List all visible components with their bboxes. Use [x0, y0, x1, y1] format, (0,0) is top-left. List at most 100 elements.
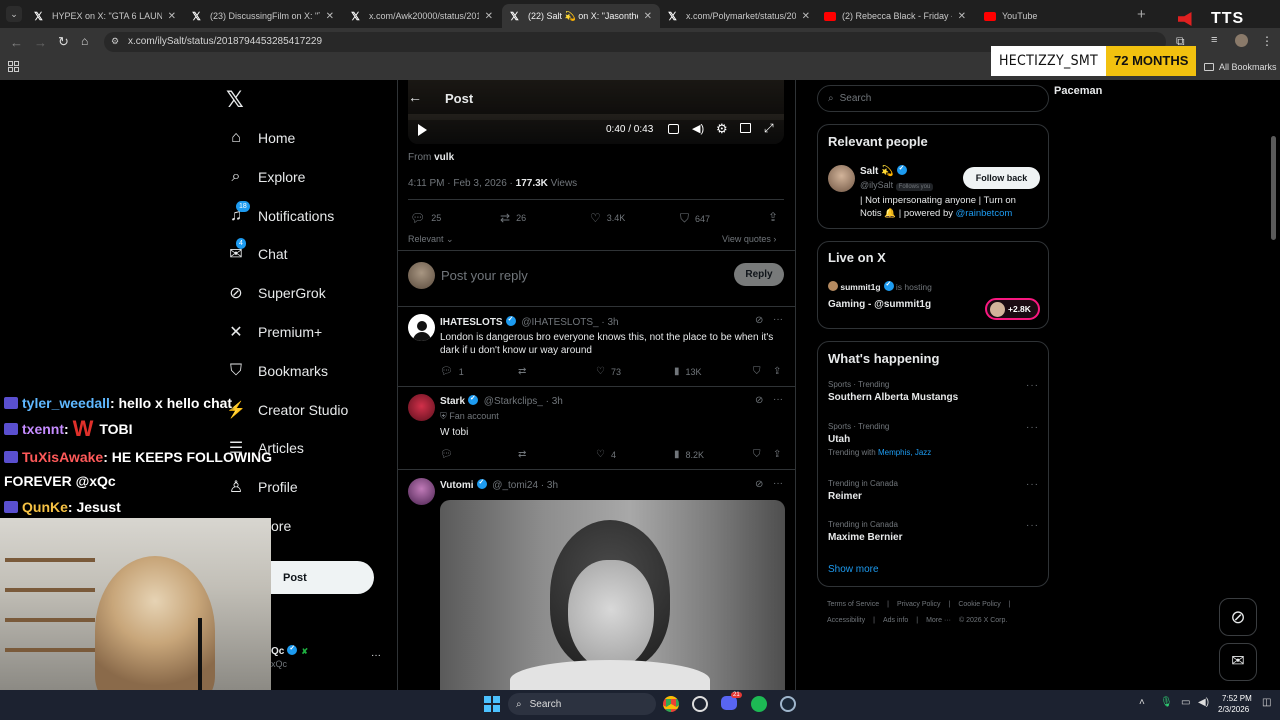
- captions-icon[interactable]: [668, 124, 679, 134]
- bookmark-icon[interactable]: ⛉: [753, 449, 761, 460]
- trend-item[interactable]: Trending in Canada Maxime Bernier ···: [828, 520, 1040, 543]
- host-name[interactable]: summit1g: [840, 282, 880, 292]
- person-name[interactable]: Salt 💫: [860, 166, 894, 177]
- trend-item[interactable]: Sports · Trending Utah Trending with Memph…: [828, 422, 1040, 457]
- fullscreen-icon[interactable]: ⤢: [764, 121, 774, 136]
- footer-link[interactable]: More ···: [926, 617, 951, 624]
- discord-icon[interactable]: [721, 696, 737, 710]
- profile-avatar[interactable]: [1235, 34, 1248, 47]
- url-text[interactable]: x.com/ilySalt/status/2018794453285417229: [128, 36, 322, 47]
- more-options-icon[interactable]: ···: [773, 314, 783, 325]
- close-tab-icon[interactable]: ✕: [326, 11, 334, 22]
- post-time[interactable]: 4:11 PM · Feb 3, 2026 ·: [408, 178, 516, 189]
- grok-icon[interactable]: ⊘: [755, 315, 763, 326]
- volume-icon[interactable]: ◀): [692, 122, 704, 135]
- clock-time[interactable]: 7:52 PM: [1222, 694, 1252, 703]
- repost-action[interactable]: ⇄: [518, 449, 526, 460]
- page-scrollbar[interactable]: [1271, 136, 1276, 240]
- footer-link[interactable]: Accessibility: [827, 617, 865, 624]
- live-listeners-pill[interactable]: +2.8K: [985, 298, 1040, 320]
- clock-date[interactable]: 2/3/2026: [1218, 705, 1249, 714]
- close-tab-icon[interactable]: ✕: [802, 11, 810, 22]
- reply-avatar[interactable]: [408, 314, 435, 341]
- reply-input[interactable]: Post your reply: [441, 268, 528, 283]
- speaker-icon[interactable]: ◀): [1198, 697, 1209, 708]
- close-tab-icon[interactable]: ✕: [644, 11, 652, 22]
- forward-arrow-icon[interactable]: →: [34, 35, 47, 50]
- person-avatar[interactable]: [828, 165, 855, 192]
- repost-action[interactable]: ⇄ 26: [500, 211, 526, 225]
- obs-icon[interactable]: [692, 696, 708, 712]
- reply-author[interactable]: Stark: [440, 396, 465, 407]
- taskbar-search[interactable]: ⌕ Search: [508, 693, 656, 715]
- live-stream-title[interactable]: Gaming - @summit1g: [828, 299, 931, 310]
- browser-tab[interactable]: 𝕏x.com/Awk20000/status/2018: ✕: [343, 4, 501, 28]
- share-icon[interactable]: ⇪: [773, 449, 781, 460]
- share-icon[interactable]: ⇪: [773, 366, 781, 377]
- browser-tab[interactable]: (2) Rebecca Black - Friday - You ✕: [816, 4, 974, 28]
- all-bookmarks-button[interactable]: All Bookmarks: [1204, 62, 1277, 72]
- views-action[interactable]: ▮ 13K: [674, 366, 702, 377]
- more-options-icon[interactable]: ···: [773, 478, 783, 489]
- account-switcher[interactable]: Qc ✘ xQc ···: [271, 644, 381, 671]
- footer-link[interactable]: Privacy Policy: [897, 601, 941, 608]
- more-options-icon[interactable]: ···: [773, 394, 783, 405]
- from-name[interactable]: vulk: [434, 152, 454, 163]
- bookmark-icon[interactable]: ⛉: [753, 366, 761, 377]
- show-more-link[interactable]: Show more: [828, 564, 879, 575]
- sidebar-item-home[interactable]: ⌂ Home: [226, 124, 295, 152]
- like-action[interactable]: ♡ 4: [596, 449, 616, 460]
- play-icon[interactable]: [418, 124, 427, 136]
- reply-button[interactable]: Reply: [734, 263, 784, 286]
- chrome-icon[interactable]: [663, 696, 679, 712]
- close-tab-icon[interactable]: ✕: [168, 11, 176, 22]
- browser-tab[interactable]: 𝕏 HYPEX on X: "GTA 6 LAUNCH M ✕: [26, 4, 184, 28]
- reply-action[interactable]: 💬︎: [440, 449, 453, 460]
- browser-tab[interactable]: YouTube: [976, 4, 1134, 28]
- trend-with-links[interactable]: Memphis, Jazz: [878, 448, 931, 457]
- footer-link[interactable]: Cookie Policy: [958, 601, 1000, 608]
- reply-avatar[interactable]: [408, 478, 435, 505]
- more-options-icon[interactable]: ···: [1026, 479, 1039, 490]
- settings-icon[interactable]: ⚙: [716, 121, 728, 137]
- more-options-icon[interactable]: ···: [1026, 422, 1039, 433]
- more-options-icon[interactable]: ···: [1026, 380, 1039, 391]
- sidebar-item-explore[interactable]: ⌕ Explore: [226, 163, 306, 191]
- home-browser-icon[interactable]: ⌂: [81, 34, 88, 48]
- messages-floating-button[interactable]: ✉: [1219, 643, 1257, 681]
- spotify-icon[interactable]: [751, 696, 767, 712]
- footer-link[interactable]: © 2026 X Corp.: [959, 617, 1007, 624]
- search-box[interactable]: ⌕ Search: [817, 85, 1049, 112]
- post-compose-button[interactable]: Post: [271, 561, 374, 594]
- grok-floating-button[interactable]: ⊘: [1219, 598, 1257, 636]
- reply-action[interactable]: 💬︎ 1: [440, 366, 464, 377]
- reply-author[interactable]: Vutomi: [440, 480, 474, 491]
- new-tab-button[interactable]: +: [1137, 6, 1146, 23]
- media-control-icon[interactable]: ≡: [1211, 34, 1217, 46]
- notifications-bell-icon[interactable]: ◫: [1262, 697, 1271, 708]
- share-icon[interactable]: ⇪: [768, 210, 778, 224]
- view-quotes-link[interactable]: View quotes ›: [722, 234, 776, 244]
- footer-link[interactable]: Terms of Service: [827, 601, 879, 608]
- reload-icon[interactable]: ↻: [58, 34, 69, 50]
- more-options-icon[interactable]: ···: [371, 650, 381, 661]
- like-action[interactable]: ♡ 3.4K: [590, 211, 625, 225]
- network-icon[interactable]: ▭: [1181, 697, 1190, 708]
- tray-chevron-icon[interactable]: ˄: [1139, 697, 1145, 708]
- sidebar-item-notifications[interactable]: ♫ 18 Notifications: [226, 200, 334, 230]
- close-tab-icon[interactable]: ✕: [485, 11, 493, 22]
- like-action[interactable]: ♡ 73: [596, 366, 621, 377]
- popout-icon[interactable]: [740, 123, 751, 133]
- more-options-icon[interactable]: ···: [1026, 520, 1039, 531]
- trend-item[interactable]: Sports · Trending Southern Alberta Mustan…: [828, 380, 1040, 403]
- reply-media-image[interactable]: [440, 500, 785, 690]
- back-arrow-icon[interactable]: ←: [10, 35, 23, 50]
- sidebar-item-premium-[interactable]: ✕ Premium+: [226, 318, 322, 346]
- mic-icon[interactable]: 🎙︎: [1160, 697, 1173, 708]
- start-button[interactable]: [484, 696, 500, 712]
- grok-icon[interactable]: ⊘: [755, 479, 763, 490]
- views-action[interactable]: ▮ 8.2K: [674, 449, 704, 460]
- x-logo-icon[interactable]: 𝕏: [226, 88, 244, 113]
- browser-tab[interactable]: 𝕏x.com/Polymarket/status/2018 ✕: [660, 4, 818, 28]
- footer-link[interactable]: Ads info: [883, 617, 908, 624]
